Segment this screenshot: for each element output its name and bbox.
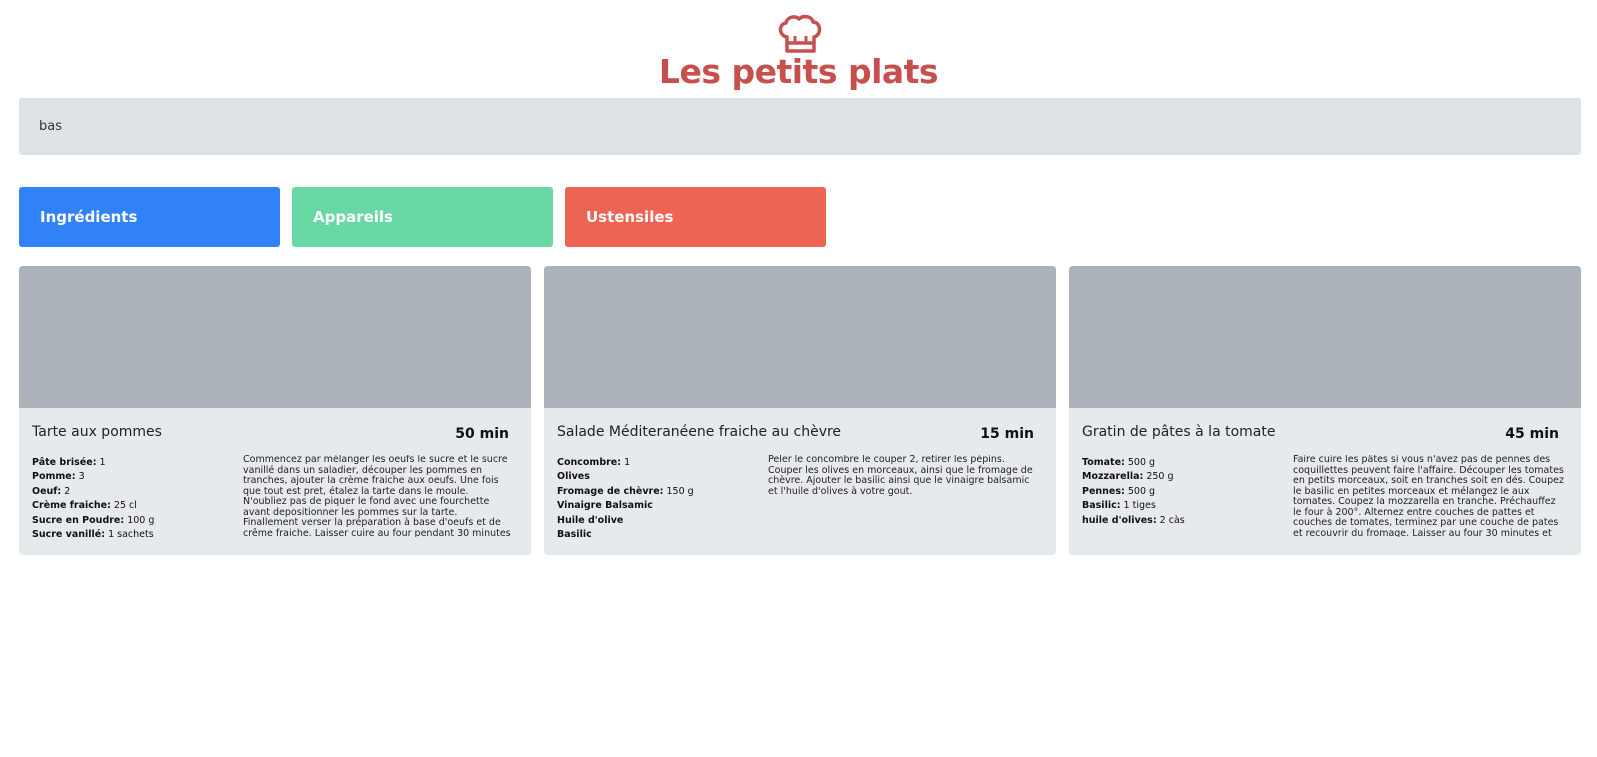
recipe-card[interactable]: Tarte aux pommes 50 min Pâte brisée: 1 P… [19,266,531,555]
recipe-card[interactable]: Gratin de pâtes à la tomate 45 min Tomat… [1069,266,1581,555]
ingredient-quantity: 2 càs [1159,514,1185,526]
ingredient-name: Pennes: [1082,485,1125,497]
ingredient-quantity: 3 [78,471,85,483]
ingredient-quantity: 500 g [1127,457,1156,468]
ingredient-item: Sucre en Poudre: 100 g [32,514,232,528]
ingredient-list: Concombre: 1 Olives Fromage de chèvre: 1… [557,456,757,542]
ingredient-item: huile d'olives: 2 càs [1082,514,1282,528]
ingredient-item: Oeuf: 2 [32,485,232,499]
ingredients-filter-button[interactable]: Ingrédients [19,187,280,247]
utensils-filter-button[interactable]: Ustensiles [565,187,826,247]
recipe-description: Peler le concombre le couper 2, retirer … [768,455,1033,497]
recipe-image-placeholder [1069,266,1581,408]
ingredient-name: Oeuf: [32,485,62,497]
ingredient-name: Huile d'olive [557,514,624,526]
ingredient-quantity: 25 cl [113,500,137,512]
page-title: Les petits plats [658,52,939,91]
ingredient-name: Tomate: [1082,457,1125,468]
recipe-description: Commencez par mélanger les oeufs le sucr… [243,455,511,537]
ingredient-name: Sucre en Poudre: [32,514,125,526]
ingredient-name: Pomme: [32,471,76,483]
ingredient-item: Pâte brisée: 1 [32,456,232,470]
ingredient-item: Mozzarella: 250 g [1082,470,1282,484]
ingredient-quantity: 100 g [127,514,155,526]
ingredient-item: Sucre vanillé: 1 sachets [32,528,232,542]
ingredient-item: Fromage de chèvre: 150 g [557,485,757,499]
ingredient-item: Tomate: 500 g [1082,456,1282,470]
ingredient-name: Fromage de chèvre: [557,485,664,497]
recipe-description: Faire cuire les pâtes si vous n'avez pas… [1293,455,1564,537]
recipe-image-placeholder [19,266,531,408]
ingredient-name: Olives [557,471,590,483]
ingredient-name: Vinaigre Balsamic [557,500,653,512]
search-input[interactable] [19,98,1581,155]
ingredient-item: Huile d'olive [557,514,757,528]
ingredient-quantity: 500 g [1127,485,1156,497]
ingredient-list: Pâte brisée: 1 Pomme: 3 Oeuf: 2 Crème fr… [32,456,232,542]
ingredient-name: Concombre: [557,457,622,468]
ingredient-item: Basilic [557,528,757,542]
ingredient-quantity: 1 [99,457,106,468]
appliances-filter-button[interactable]: Appareils [292,187,553,247]
ingredient-quantity: 1 [624,457,631,468]
recipe-time: 45 min [1505,426,1559,442]
recipe-title: Salade Méditeranéene fraiche au chèvre [557,424,842,440]
recipe-title: Gratin de pâtes à la tomate [1082,424,1276,440]
ingredient-quantity: 1 sachets [108,529,154,541]
chef-hat-icon [778,14,822,53]
ingredient-item: Olives [557,470,757,484]
recipe-card[interactable]: Salade Méditeranéene fraiche au chèvre 1… [544,266,1056,555]
recipe-time: 50 min [455,426,509,442]
ingredient-item: Concombre: 1 [557,456,757,470]
ingredient-list: Tomate: 500 g Mozzarella: 250 g Pennes: … [1082,456,1282,528]
ingredient-item: Crème fraiche: 25 cl [32,499,232,513]
header: Les petits plats [0,0,1597,96]
ingredient-item: Pomme: 3 [32,470,232,484]
ingredient-name: Basilic [557,529,592,541]
ingredient-item: Pennes: 500 g [1082,485,1282,499]
ingredient-quantity: 2 [64,485,71,497]
recipe-time: 15 min [980,426,1034,442]
recipe-image-placeholder [544,266,1056,408]
ingredient-name: Crème fraiche: [32,500,111,512]
ingredient-name: Basilic: [1082,500,1121,512]
ingredient-name: huile d'olives: [1082,514,1157,526]
ingredient-item: Basilic: 1 tiges [1082,499,1282,513]
ingredient-name: Pâte brisée: [32,457,97,468]
ingredient-quantity: 150 g [666,485,694,497]
ingredient-item: Vinaigre Balsamic [557,499,757,513]
ingredient-quantity: 1 tiges [1123,500,1156,512]
recipe-title: Tarte aux pommes [32,424,162,440]
ingredient-name: Mozzarella: [1082,471,1144,483]
ingredient-name: Sucre vanillé: [32,529,106,541]
ingredient-quantity: 250 g [1146,471,1174,483]
